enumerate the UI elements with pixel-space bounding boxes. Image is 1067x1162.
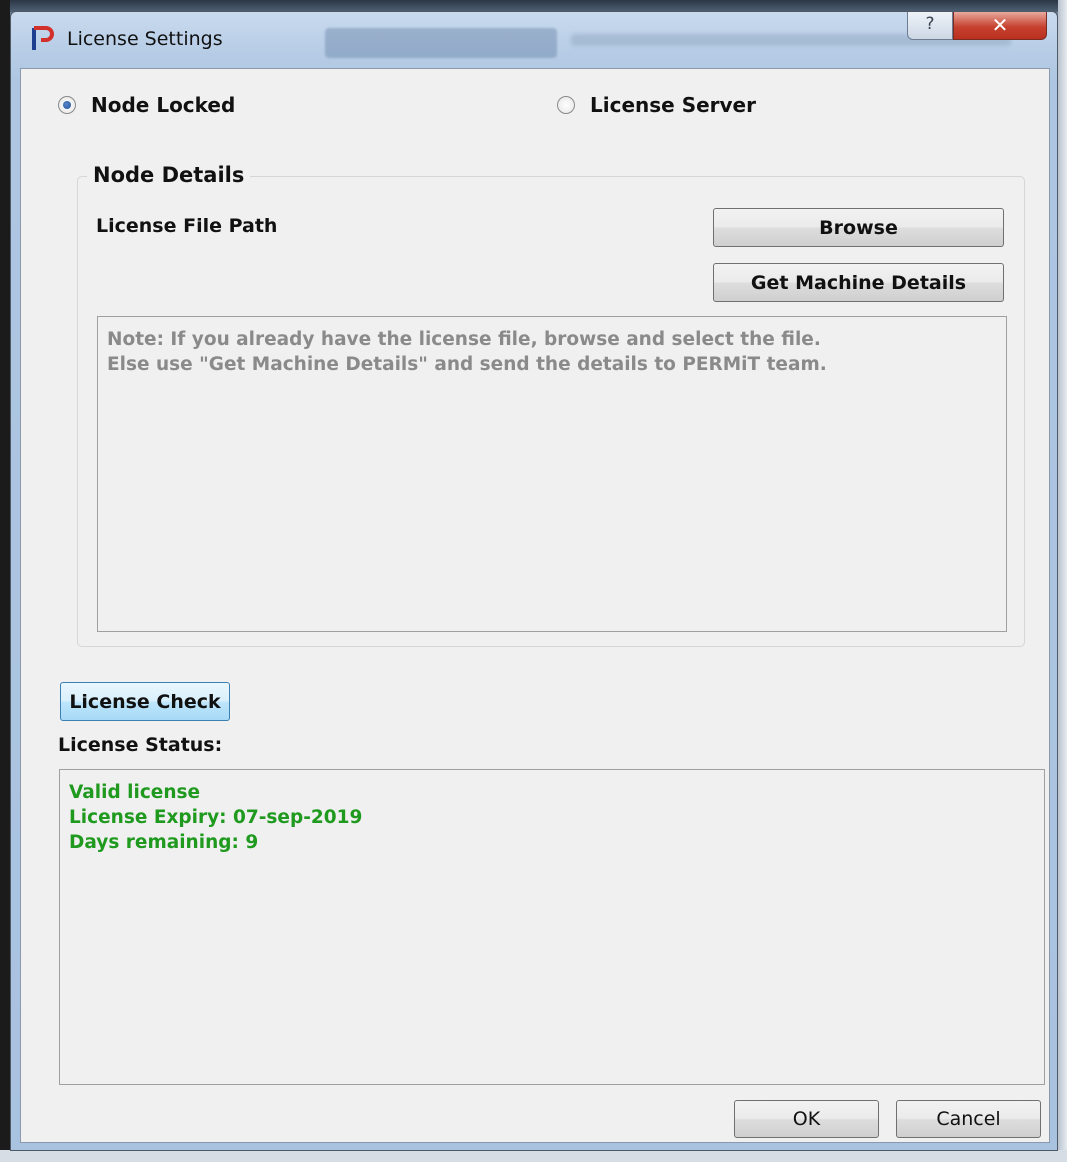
note-text-area[interactable]: Note: If you already have the license fi… (97, 316, 1007, 632)
status-line: Days remaining: 9 (69, 832, 259, 853)
group-title: Node Details (87, 163, 251, 187)
license-status-label: License Status: (58, 734, 223, 756)
radio-checked-icon (58, 96, 76, 114)
help-icon: ? (925, 14, 935, 34)
close-button[interactable]: ✕ (953, 12, 1047, 40)
radio-node-locked[interactable]: Node Locked (58, 93, 235, 117)
dialog-client-area: Node Locked License Server Node Details … (20, 68, 1050, 1143)
radio-label: Node Locked (91, 93, 236, 117)
background-window-edge (1058, 0, 1067, 1162)
browse-button[interactable]: Browse (713, 208, 1004, 247)
status-line: License Expiry: 07-sep-2019 (69, 807, 363, 828)
background-window-edge (0, 0, 10, 1162)
background-window-edge (0, 1150, 1067, 1162)
license-file-path-label: License File Path (96, 215, 278, 237)
status-line: Valid license (69, 782, 201, 803)
note-line: Note: If you already have the license fi… (107, 329, 821, 350)
ok-button[interactable]: OK (734, 1100, 879, 1138)
app-logo-icon (32, 26, 54, 50)
radio-label: License Server (590, 93, 756, 117)
radio-unchecked-icon (557, 96, 575, 114)
license-settings-dialog: License Settings ? ✕ Node Locked License… (10, 11, 1058, 1151)
close-icon: ✕ (991, 13, 1009, 37)
note-line: Else use "Get Machine Details" and send … (107, 354, 827, 375)
help-button[interactable]: ? (907, 12, 953, 40)
get-machine-details-button[interactable]: Get Machine Details (713, 263, 1004, 302)
title-bar[interactable]: License Settings ? ✕ (11, 12, 1057, 68)
license-check-button[interactable]: License Check (60, 682, 230, 721)
cancel-button[interactable]: Cancel (896, 1100, 1041, 1138)
license-status-area[interactable]: Valid license License Expiry: 07-sep-201… (59, 769, 1045, 1085)
radio-license-server[interactable]: License Server (557, 93, 756, 117)
background-window-artifact (325, 28, 557, 58)
window-title: License Settings (67, 28, 223, 50)
